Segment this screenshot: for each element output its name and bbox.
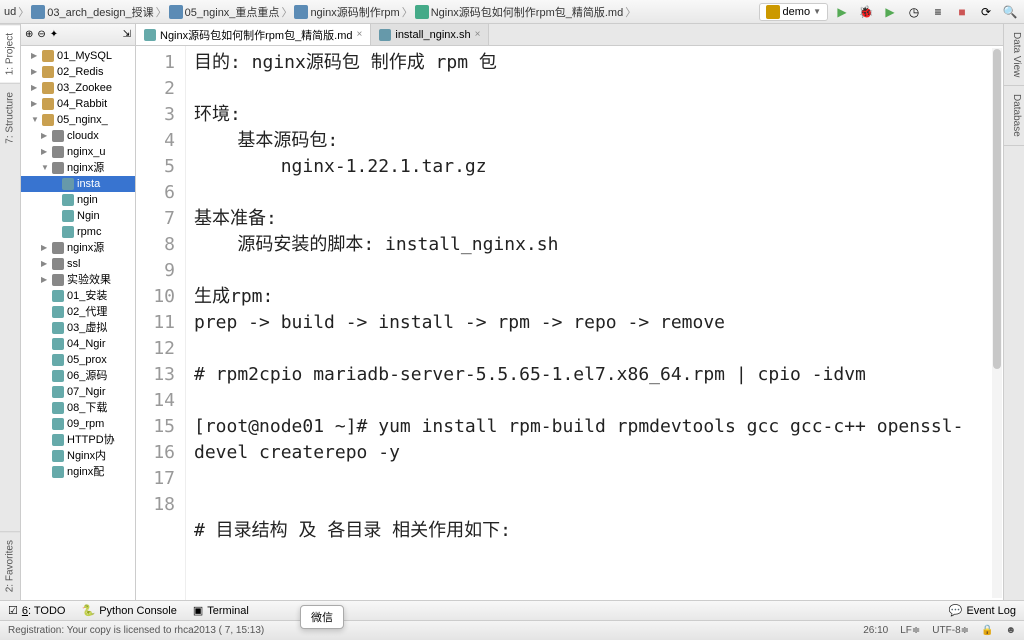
run-coverage-button[interactable]: ▶ (880, 2, 900, 22)
search-button[interactable]: 🔍 (1000, 2, 1020, 22)
tree-item[interactable]: ▶nginx_u (21, 144, 135, 160)
python-icon (766, 5, 780, 19)
tree-item[interactable]: ▶01_MySQL (21, 48, 135, 64)
bottom-tab[interactable]: 🐍Python Console (82, 604, 177, 617)
profile-button[interactable]: ◷ (904, 2, 924, 22)
bc-item[interactable]: 03_arch_design_授课 (31, 4, 153, 20)
settings-icon[interactable]: ✦ (50, 29, 58, 40)
tree-item[interactable]: 09_rpm (21, 416, 135, 432)
tree-item[interactable]: 02_代理 (21, 304, 135, 320)
project-panel-header: ⊕ ⊖ ✦ ⇲ (21, 24, 135, 46)
expand-icon[interactable]: ⊖ (37, 29, 45, 40)
tree-item[interactable]: 06_源码 (21, 368, 135, 384)
close-icon[interactable]: × (357, 29, 363, 40)
tree-item[interactable]: Ngin (21, 208, 135, 224)
update-button[interactable]: ⟳ (976, 2, 996, 22)
cursor-position[interactable]: 26:10 (863, 625, 888, 636)
tree-item[interactable]: 08_下载 (21, 400, 135, 416)
bottom-tool-bar: ☑6: TODO 🐍Python Console ▣Terminal 💬 Event… (0, 600, 1024, 620)
tree-item[interactable]: rpmc (21, 224, 135, 240)
top-toolbar: ud〉 03_arch_design_授课〉 05_nginx_重点重点〉 ng… (0, 0, 1024, 24)
project-tool-tab[interactable]: 1: Project (0, 24, 20, 83)
editor-tab-bar: Nginx源码包如何制作rpm包_精简版.md×install_nginx.sh… (136, 24, 1003, 46)
bc-item[interactable]: 05_nginx_重点重点 (169, 4, 280, 20)
hide-icon[interactable]: ⇲ (123, 29, 131, 40)
folder-icon (169, 5, 183, 19)
structure-tool-tab[interactable]: 7: Structure (0, 83, 20, 152)
breadcrumb: ud〉 03_arch_design_授课〉 05_nginx_重点重点〉 ng… (4, 4, 759, 20)
tree-item[interactable]: ▼nginx源 (21, 160, 135, 176)
tree-item[interactable]: ▶02_Redis (21, 64, 135, 80)
favorites-tool-tab[interactable]: 2: Favorites (0, 531, 20, 600)
database-tool-tab[interactable]: Database (1004, 86, 1024, 146)
inspector-icon[interactable]: ☻ (1005, 625, 1016, 636)
project-tree[interactable]: ▶01_MySQL▶02_Redis▶03_Zookee▶04_Rabbit▼0… (21, 46, 135, 482)
tree-item[interactable]: ▶04_Rabbit (21, 96, 135, 112)
bc-item[interactable]: nginx源码制作rpm (294, 4, 399, 20)
dataview-tool-tab[interactable]: Data View (1004, 24, 1024, 86)
tree-item[interactable]: nginx配 (21, 464, 135, 480)
tree-item[interactable]: ▼05_nginx_ (21, 112, 135, 128)
lock-icon[interactable]: 🔒 (981, 625, 993, 636)
tree-item[interactable]: ▶nginx源 (21, 240, 135, 256)
project-panel: ⊕ ⊖ ✦ ⇲ ▶01_MySQL▶02_Redis▶03_Zookee▶04_… (21, 24, 136, 600)
tree-item[interactable]: insta (21, 176, 135, 192)
editor-tab[interactable]: Nginx源码包如何制作rpm包_精简版.md× (136, 24, 371, 45)
concurrency-button[interactable]: ≡ (928, 2, 948, 22)
tree-item[interactable]: ngin (21, 192, 135, 208)
ime-popup: 微信 (300, 605, 344, 629)
tree-item[interactable]: 05_prox (21, 352, 135, 368)
tree-item[interactable]: ▶ssl (21, 256, 135, 272)
bottom-tab[interactable]: ▣Terminal (193, 604, 249, 617)
tree-item[interactable]: 04_Ngir (21, 336, 135, 352)
line-ending[interactable]: LF≑ (900, 625, 920, 636)
event-log-button[interactable]: 💬 Event Log (949, 604, 1016, 617)
tree-item[interactable]: ▶实验效果 (21, 272, 135, 288)
debug-button[interactable]: 🐞 (856, 2, 876, 22)
tree-item[interactable]: HTTPD协 (21, 432, 135, 448)
close-icon[interactable]: × (475, 29, 481, 40)
bc-item[interactable]: Nginx源码包如何制作rpm包_精简版.md (415, 4, 624, 20)
folder-icon (31, 5, 45, 19)
tree-item[interactable]: 03_虚拟 (21, 320, 135, 336)
stop-button[interactable]: ■ (952, 2, 972, 22)
run-config-selector[interactable]: demo▼ (759, 3, 828, 21)
tree-item[interactable]: 07_Ngir (21, 384, 135, 400)
file-encoding[interactable]: UTF-8≑ (932, 625, 969, 636)
right-tool-strip: Data View Database (1003, 24, 1024, 600)
editor-scrollbar[interactable] (992, 48, 1002, 598)
folder-icon (294, 5, 308, 19)
editor-content[interactable]: 目的: nginx源码包 制作成 rpm 包 环境: 基本源码包: nginx-… (186, 46, 1003, 600)
tree-item[interactable]: Nginx内 (21, 448, 135, 464)
tree-item[interactable]: ▶cloudx (21, 128, 135, 144)
scrollbar-thumb[interactable] (993, 49, 1001, 369)
left-tool-strip: 1: Project 7: Structure 2: Favorites (0, 24, 21, 600)
collapse-icon[interactable]: ⊕ (25, 29, 33, 40)
tree-item[interactable]: 01_安装 (21, 288, 135, 304)
status-message: Registration: Your copy is licensed to r… (8, 625, 264, 636)
editor-tab[interactable]: install_nginx.sh× (371, 24, 489, 45)
bc-item[interactable]: ud (4, 6, 16, 18)
run-button[interactable]: ▶ (832, 2, 852, 22)
tree-item[interactable]: ▶03_Zookee (21, 80, 135, 96)
bottom-tab[interactable]: ☑6: TODO (8, 604, 66, 617)
editor-gutter: 123456789101112131415161718 (136, 46, 186, 600)
markdown-icon (415, 5, 429, 19)
status-bar: Registration: Your copy is licensed to r… (0, 620, 1024, 640)
